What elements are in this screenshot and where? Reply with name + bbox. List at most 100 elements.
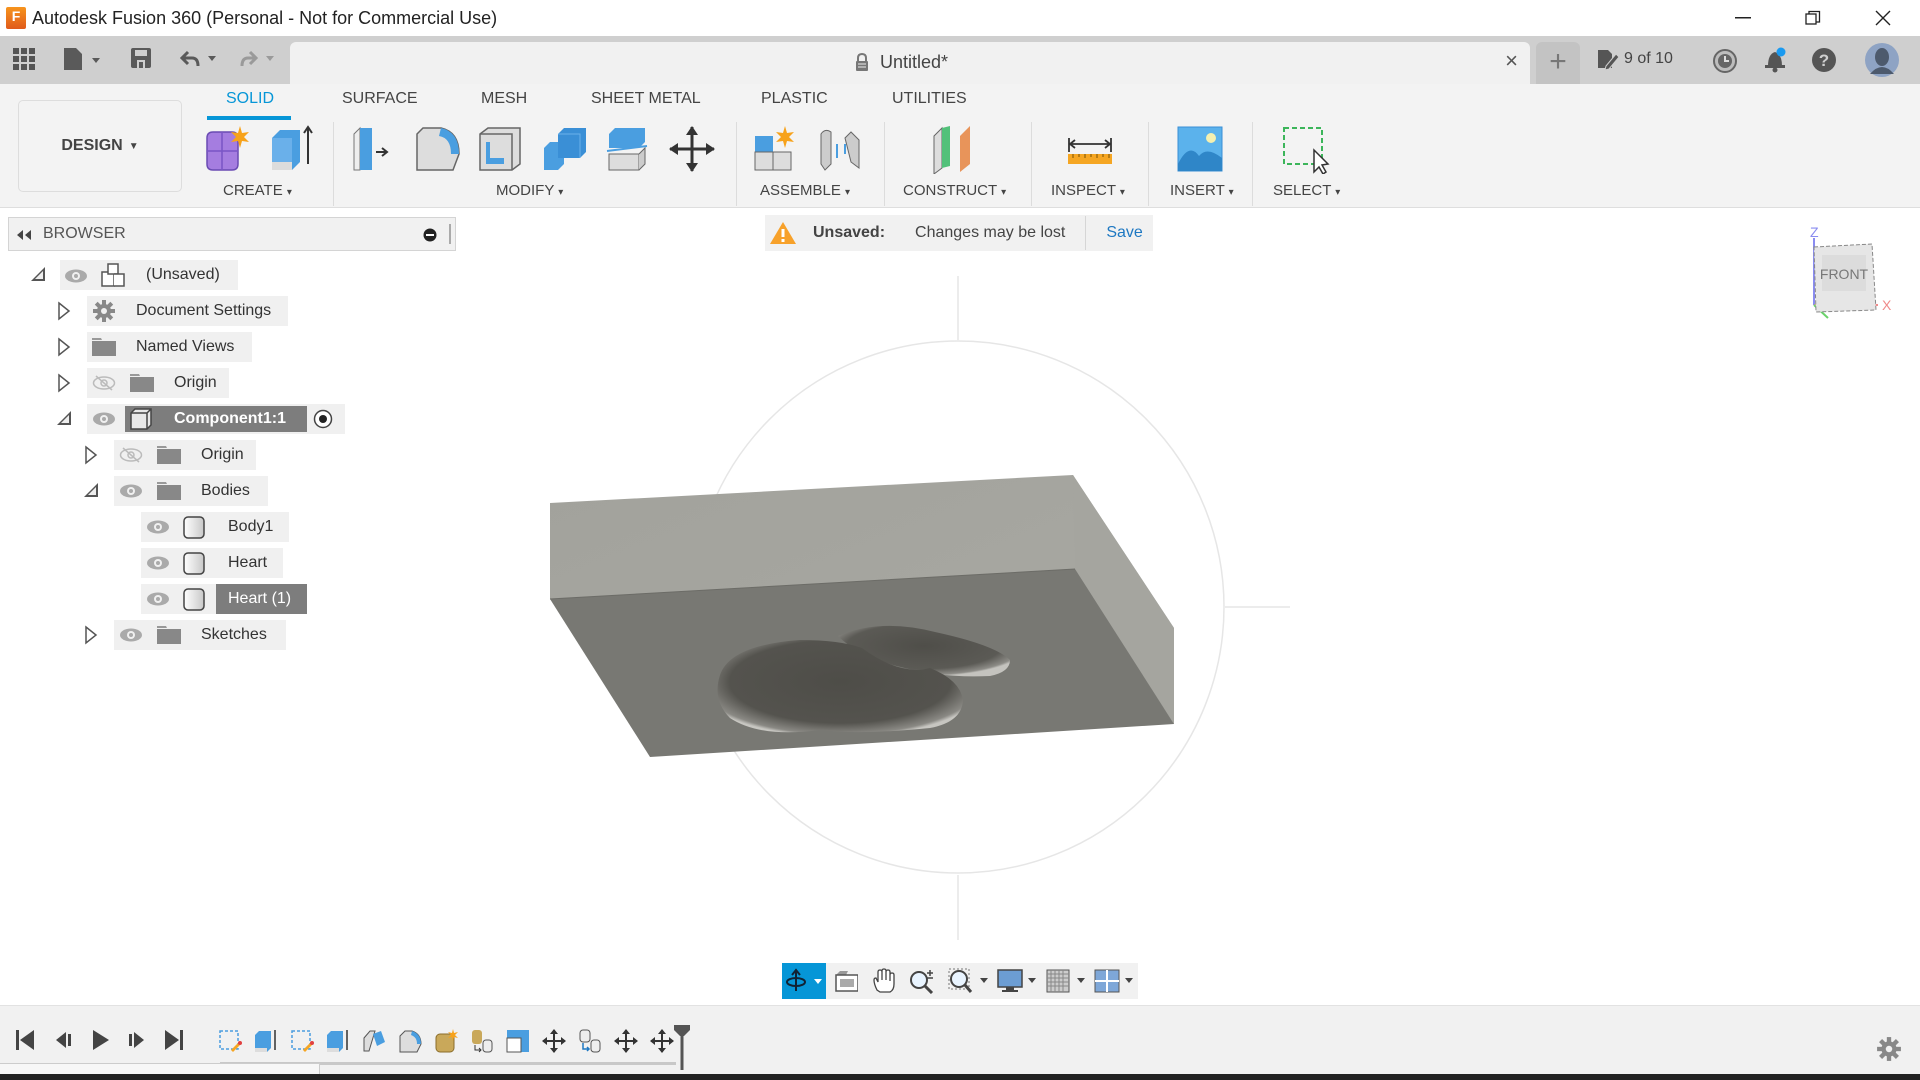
new-component-assemble-icon[interactable]	[751, 124, 801, 174]
visibility-eye-icon[interactable]	[146, 519, 170, 535]
panel-resize-handle[interactable]	[449, 224, 451, 244]
timeline-move-icon[interactable]	[613, 1028, 639, 1054]
expand-arrow-icon[interactable]	[84, 625, 98, 645]
tree-label: Heart (1)	[228, 590, 292, 607]
minimize-button[interactable]	[1708, 0, 1778, 36]
help-icon[interactable]: ?	[1811, 47, 1837, 78]
zoom-icon[interactable]	[908, 968, 936, 994]
go-to-end-icon[interactable]	[163, 1028, 185, 1052]
select-menu[interactable]: SELECT ▾	[1273, 182, 1340, 199]
document-tab[interactable]: Untitled* ×	[290, 42, 1530, 84]
split-body-icon[interactable]	[603, 124, 653, 174]
new-tab-button[interactable]: +	[1536, 42, 1580, 84]
grid-settings-icon[interactable]	[1045, 968, 1086, 994]
go-to-start-icon[interactable]	[14, 1028, 36, 1052]
timeline-move-icon[interactable]	[541, 1028, 567, 1054]
activate-component-radio[interactable]	[313, 409, 333, 429]
timeline-settings-gear-icon[interactable]	[1876, 1036, 1902, 1062]
step-forward-icon[interactable]	[126, 1028, 148, 1052]
visibility-eye-icon[interactable]	[146, 591, 170, 607]
workspace-switcher[interactable]: DESIGN ▼	[18, 100, 182, 192]
tab-mesh[interactable]: MESH	[481, 90, 527, 108]
move-copy-icon[interactable]	[667, 124, 717, 174]
timeline-marker[interactable]	[673, 1024, 691, 1070]
notifications-bell-icon[interactable]	[1762, 46, 1788, 79]
timeline-move-icon[interactable]	[649, 1028, 675, 1054]
select-window-icon[interactable]	[1280, 124, 1330, 174]
timeline-sketch-icon[interactable]	[217, 1028, 243, 1054]
expand-arrow-icon[interactable]	[57, 301, 71, 321]
collapse-arrow-icon[interactable]	[56, 410, 72, 426]
tab-plastic[interactable]: PLASTIC	[761, 90, 828, 108]
close-tab-button[interactable]: ×	[1505, 48, 1518, 74]
expand-arrow-icon[interactable]	[84, 445, 98, 465]
viewports-icon[interactable]	[1093, 968, 1134, 994]
visibility-eye-icon[interactable]	[146, 555, 170, 571]
visibility-hidden-icon[interactable]	[119, 447, 143, 463]
step-back-icon[interactable]	[52, 1028, 74, 1052]
measure-icon[interactable]	[1065, 124, 1115, 174]
timeline-form-icon[interactable]	[433, 1028, 459, 1054]
shell-icon[interactable]	[476, 124, 526, 174]
browser-pin-icon[interactable]	[423, 228, 437, 242]
visibility-eye-icon[interactable]	[92, 411, 116, 427]
close-window-button[interactable]	[1848, 0, 1918, 36]
undo-button[interactable]	[179, 48, 222, 76]
history-clock-icon[interactable]	[1712, 48, 1738, 79]
fillet-icon[interactable]	[413, 124, 463, 174]
insert-menu[interactable]: INSERT ▾	[1170, 182, 1234, 199]
timeline-sketch-icon[interactable]	[289, 1028, 315, 1054]
new-component-icon[interactable]	[202, 124, 252, 174]
user-avatar[interactable]	[1864, 42, 1900, 83]
visibility-eye-icon[interactable]	[64, 268, 88, 284]
combine-icon[interactable]	[540, 124, 590, 174]
construct-menu[interactable]: CONSTRUCT ▾	[903, 182, 1006, 199]
pan-icon[interactable]	[870, 968, 896, 994]
viewcube-face-label[interactable]: FRONT	[1820, 266, 1869, 282]
timeline-combine-icon[interactable]	[577, 1028, 603, 1054]
orbit-button[interactable]	[782, 963, 827, 999]
tab-utilities[interactable]: UTILITIES	[892, 90, 967, 108]
job-status[interactable]: 9 of 10	[1596, 48, 1673, 70]
timeline-extrude-icon[interactable]	[253, 1028, 279, 1054]
timeline-press-pull-icon[interactable]	[361, 1028, 387, 1054]
tab-surface[interactable]: SURFACE	[342, 90, 418, 108]
offset-plane-icon[interactable]	[930, 124, 980, 174]
visibility-hidden-icon[interactable]	[92, 375, 116, 391]
collapse-arrow-icon[interactable]	[83, 482, 99, 498]
separator	[736, 122, 737, 206]
create-menu[interactable]: CREATE ▾	[223, 182, 292, 199]
look-at-icon[interactable]	[834, 969, 859, 993]
visibility-eye-icon[interactable]	[119, 483, 143, 499]
timeline-shell-icon[interactable]	[505, 1028, 531, 1054]
save-link[interactable]: Save	[1106, 224, 1142, 242]
tab-sheet-metal[interactable]: SHEET METAL	[591, 90, 701, 108]
timeline-extrude-icon[interactable]	[325, 1028, 351, 1054]
expand-arrow-icon[interactable]	[57, 373, 71, 393]
extrude-icon[interactable]	[266, 124, 316, 174]
press-pull-icon[interactable]	[350, 124, 400, 174]
file-menu-button[interactable]	[62, 46, 104, 78]
folder-icon	[157, 626, 181, 644]
expand-arrow-icon[interactable]	[57, 337, 71, 357]
redo-button[interactable]	[238, 48, 280, 76]
collapse-arrow-icon[interactable]	[30, 266, 46, 282]
fit-icon[interactable]	[948, 968, 989, 994]
timeline-fillet-icon[interactable]	[397, 1028, 423, 1054]
timeline-combine-icon[interactable]	[469, 1028, 495, 1054]
display-settings-icon[interactable]	[996, 968, 1037, 994]
insert-image-icon[interactable]	[1175, 124, 1225, 174]
tab-solid[interactable]: SOLID	[226, 90, 274, 108]
collapse-browser-icon[interactable]	[15, 229, 33, 241]
modify-menu[interactable]: MODIFY ▾	[496, 182, 563, 199]
assemble-menu[interactable]: ASSEMBLE ▾	[760, 182, 850, 199]
joint-icon[interactable]	[815, 124, 865, 174]
apps-grid-icon[interactable]	[13, 48, 35, 76]
inspect-menu[interactable]: INSPECT ▾	[1051, 182, 1125, 199]
separator	[1031, 122, 1032, 206]
save-icon[interactable]	[130, 47, 152, 75]
restore-button[interactable]	[1778, 0, 1848, 36]
visibility-eye-icon[interactable]	[119, 627, 143, 643]
viewcube[interactable]: FRONT Z X	[1800, 222, 1900, 322]
play-icon[interactable]	[89, 1028, 111, 1052]
